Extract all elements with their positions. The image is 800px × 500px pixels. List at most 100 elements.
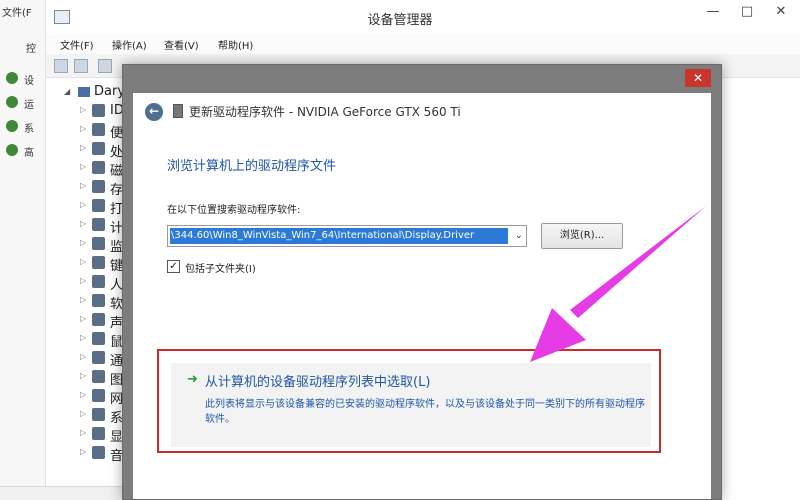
explorer-item-1[interactable]: 运: [24, 96, 34, 111]
browse-button[interactable]: 浏览(R)...: [541, 223, 623, 249]
pick-from-list-title[interactable]: 从计算机的设备驱动程序列表中选取(L): [205, 371, 430, 390]
chevron-right-icon[interactable]: ▷: [80, 238, 86, 247]
explorer-item-3[interactable]: 高: [24, 144, 34, 159]
device-icon: [92, 313, 105, 326]
device-icon: [92, 161, 105, 174]
computer-icon: [78, 87, 90, 97]
chevron-right-icon[interactable]: ▷: [80, 200, 86, 209]
tree-item[interactable]: ▷ 显: [46, 425, 126, 445]
tree-root[interactable]: Dary: [94, 84, 125, 99]
chevron-right-icon[interactable]: ▷: [80, 352, 86, 361]
include-subfolders-checkbox[interactable]: ✓: [167, 260, 180, 273]
tree-item[interactable]: ▷ 声: [46, 311, 126, 331]
tree-item[interactable]: ▷ 存: [46, 178, 126, 198]
tree-item[interactable]: ▷ 计: [46, 216, 126, 236]
path-input[interactable]: \344.60\Win8_WinVista_Win7_64\Internatio…: [170, 228, 508, 244]
tree-item[interactable]: ▷ ID: [46, 102, 126, 120]
device-icon: [92, 294, 105, 307]
device-icon: [92, 218, 105, 231]
chevron-right-icon[interactable]: ▷: [80, 105, 86, 114]
window-content-right: [722, 78, 800, 500]
chevron-down-icon[interactable]: ◢: [64, 87, 70, 96]
close-button[interactable]: ✕: [764, 0, 798, 26]
shield-icon: [6, 72, 18, 84]
status-bar: [0, 486, 122, 500]
hardware-icon: [173, 104, 183, 118]
chevron-right-icon[interactable]: ▷: [80, 219, 86, 228]
chevron-right-icon[interactable]: ▷: [80, 390, 86, 399]
path-label: 在以下位置搜索驱动程序软件:: [167, 205, 301, 216]
chevron-right-icon[interactable]: ▷: [80, 333, 86, 342]
device-icon: [92, 446, 105, 459]
menu-view[interactable]: 查看(V): [164, 37, 199, 52]
device-icon: [92, 332, 105, 345]
device-icon: [92, 123, 105, 136]
menu-bar: 文件(F) 操作(A) 查看(V) 帮助(H): [46, 34, 800, 54]
tree-item[interactable]: ▷ 网: [46, 387, 126, 407]
tree-item[interactable]: ▷ 便: [46, 121, 126, 141]
device-icon: [92, 389, 105, 402]
chevron-right-icon[interactable]: ▷: [80, 257, 86, 266]
shield-icon: [6, 96, 18, 108]
include-subfolders-label: 包括子文件夹(I): [185, 264, 256, 275]
chevron-right-icon[interactable]: ▷: [80, 409, 86, 418]
chevron-right-icon[interactable]: ▷: [80, 181, 86, 190]
dialog-close-button[interactable]: ✕: [685, 69, 711, 87]
page-heading: 浏览计算机上的驱动程序文件: [167, 159, 337, 174]
device-icon: [92, 370, 105, 383]
tree-item[interactable]: ▷ 软: [46, 292, 126, 312]
device-icon: [92, 427, 105, 440]
menu-file[interactable]: 文件(F): [60, 37, 94, 52]
left-fragment-control: 控: [26, 44, 36, 55]
green-arrow-icon: ➜: [187, 372, 198, 387]
window-title: 设备管理器: [367, 13, 433, 28]
dialog-title: 更新驱动程序软件 - NVIDIA GeForce GTX 560 Ti: [189, 105, 461, 119]
tree-item[interactable]: ▷ 处: [46, 140, 126, 160]
path-combobox[interactable]: \344.60\Win8_WinVista_Win7_64\Internatio…: [167, 225, 527, 247]
forward-arrow-icon[interactable]: [74, 59, 88, 73]
device-icon: [92, 142, 105, 155]
chevron-right-icon[interactable]: ▷: [80, 447, 86, 456]
tree-item[interactable]: ▷ 监: [46, 235, 126, 255]
tree-item[interactable]: ▷ 键: [46, 254, 126, 274]
explorer-item-2[interactable]: 系: [24, 120, 34, 135]
device-icon: [92, 351, 105, 364]
tree-item[interactable]: ▷ 通: [46, 349, 126, 369]
device-icon: [92, 256, 105, 269]
shield-icon: [6, 120, 18, 132]
dialog-content: ← 更新驱动程序软件 - NVIDIA GeForce GTX 560 Ti 浏…: [133, 93, 711, 499]
chevron-right-icon[interactable]: ▷: [80, 162, 86, 171]
chevron-right-icon[interactable]: ▷: [80, 295, 86, 304]
explorer-item-0[interactable]: 设: [24, 72, 34, 87]
device-icon: [92, 180, 105, 193]
pick-from-list-option[interactable]: ➜ 从计算机的设备驱动程序列表中选取(L) 此列表将显示与该设备兼容的已安装的驱…: [171, 363, 651, 447]
explorer-sidebar: 文件(F 控 设 运 系 高: [0, 0, 46, 500]
menu-help[interactable]: 帮助(H): [218, 37, 253, 52]
chevron-right-icon[interactable]: ▷: [80, 143, 86, 152]
minimize-button[interactable]: —: [696, 0, 730, 26]
tree-item[interactable]: ▷ 磁: [46, 159, 126, 179]
maximize-button[interactable]: □: [730, 0, 764, 26]
update-driver-dialog: ✕ ← 更新驱动程序软件 - NVIDIA GeForce GTX 560 Ti…: [122, 64, 722, 500]
tree-item[interactable]: ▷ 人: [46, 273, 126, 293]
menu-action[interactable]: 操作(A): [112, 37, 147, 52]
chevron-right-icon[interactable]: ▷: [80, 276, 86, 285]
chevron-right-icon[interactable]: ▷: [80, 314, 86, 323]
pick-from-list-description: 此列表将显示与该设备兼容的已安装的驱动程序软件，以及与该设备处于同一类别下的所有…: [205, 399, 645, 425]
tree-item[interactable]: ▷ 系: [46, 406, 126, 426]
back-button[interactable]: ←: [145, 103, 163, 121]
tree-item[interactable]: ▷ 打: [46, 197, 126, 217]
chevron-right-icon[interactable]: ▷: [80, 371, 86, 380]
chevron-right-icon[interactable]: ▷: [80, 124, 86, 133]
device-icon: [92, 275, 105, 288]
tree-item[interactable]: ▷ 图: [46, 368, 126, 388]
toolbar-icon[interactable]: [98, 59, 112, 73]
tree-item[interactable]: ▷ 鼠: [46, 330, 126, 350]
device-icon: [92, 408, 105, 421]
chevron-right-icon[interactable]: ▷: [80, 428, 86, 437]
back-arrow-icon[interactable]: [54, 59, 68, 73]
chevron-down-icon[interactable]: ⌄: [515, 230, 523, 241]
device-icon: [92, 199, 105, 212]
shield-icon: [6, 144, 18, 156]
tree-item[interactable]: ▷ 音: [46, 444, 126, 464]
